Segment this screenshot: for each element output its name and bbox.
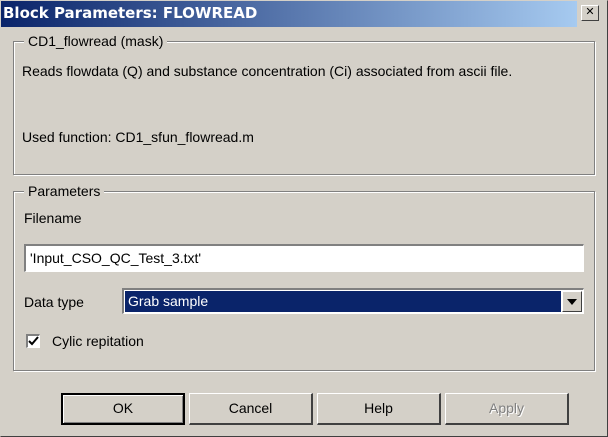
help-button[interactable]: Help xyxy=(317,393,441,425)
title-bar[interactable]: Block Parameters: FLOWREAD ✕ xyxy=(1,1,601,27)
dialog-window: Block Parameters: FLOWREAD ✕ CD1_flowrea… xyxy=(0,0,608,437)
close-icon: ✕ xyxy=(585,6,595,18)
used-function-text: Used function: CD1_sfun_flowread.m xyxy=(22,129,254,145)
window-title: Block Parameters: FLOWREAD xyxy=(3,4,258,22)
cancel-button[interactable]: Cancel xyxy=(189,393,313,425)
cyclic-repetition-label: Cylic repitation xyxy=(52,333,144,349)
description-text: Reads flowdata (Q) and substance concent… xyxy=(22,63,513,79)
ok-button[interactable]: OK xyxy=(61,393,185,425)
cyclic-repetition-checkbox[interactable] xyxy=(26,334,40,348)
parameters-group-title: Parameters xyxy=(24,182,105,200)
description-group-title: CD1_flowread (mask) xyxy=(24,32,168,50)
chevron-down-icon xyxy=(567,299,577,305)
close-button[interactable]: ✕ xyxy=(581,5,599,21)
datatype-select[interactable]: Grab sample xyxy=(122,288,584,314)
filename-label: Filename xyxy=(24,210,82,226)
datatype-selected-value: Grab sample xyxy=(125,291,561,312)
datatype-label: Data type xyxy=(24,294,84,310)
apply-button[interactable]: Apply xyxy=(445,393,569,425)
description-group: CD1_flowread (mask) Reads flowdata (Q) a… xyxy=(13,32,595,175)
parameters-group: Parameters Filename 'Input_CSO_QC_Test_3… xyxy=(13,182,595,371)
checkmark-icon xyxy=(28,336,39,346)
dropdown-button[interactable] xyxy=(562,291,582,312)
filename-input[interactable]: 'Input_CSO_QC_Test_3.txt' xyxy=(24,244,584,272)
